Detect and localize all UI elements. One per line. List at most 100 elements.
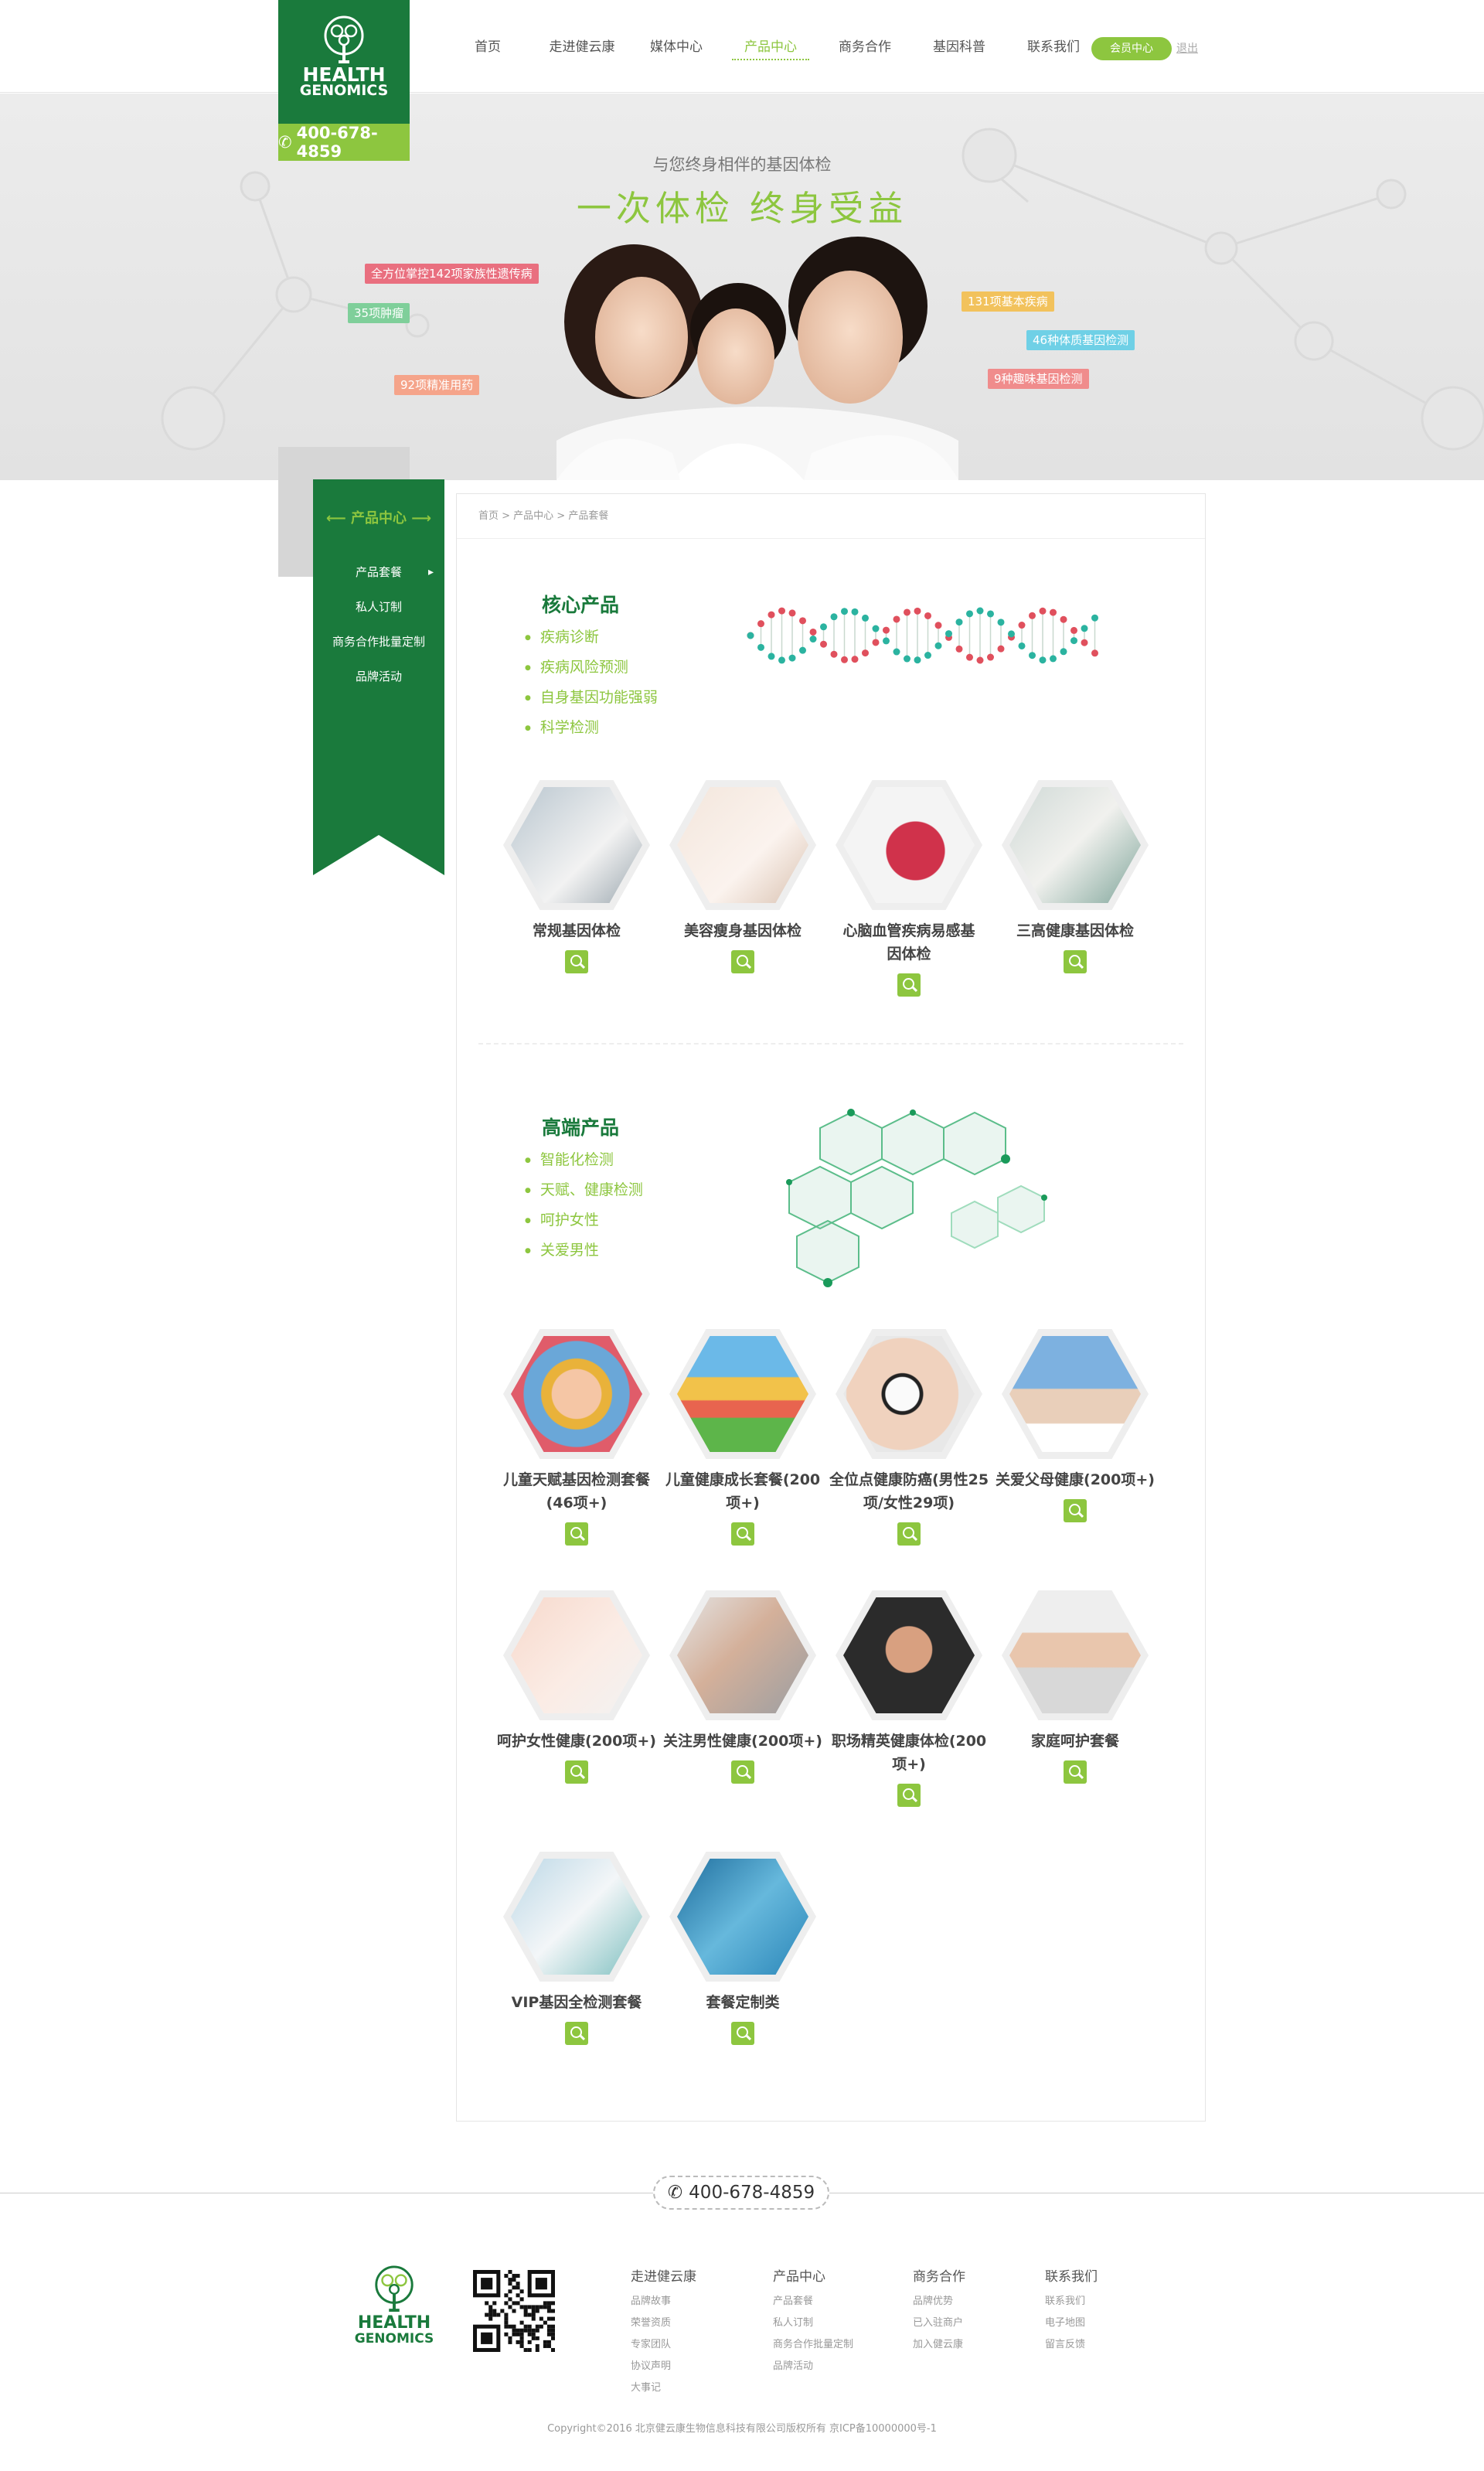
copyright: Copyright©2016 北京健云康生物信息科技有限公司版权所有 京ICP备… [547, 2423, 937, 2435]
header-phone: ✆ 400-678-4859 [278, 124, 410, 161]
product-image [511, 1597, 642, 1713]
search-icon[interactable] [565, 950, 588, 973]
product-image [1009, 787, 1141, 903]
search-icon[interactable] [897, 1522, 921, 1546]
footer-link[interactable]: 加入健云康 [913, 2334, 965, 2356]
search-icon[interactable] [731, 2022, 754, 2045]
phone-icon: ✆ [278, 133, 292, 152]
footer-link[interactable]: 品牌活动 [773, 2356, 853, 2377]
footer-link[interactable]: 品牌优势 [913, 2291, 965, 2313]
footer-link[interactable]: 商务合作批量定制 [773, 2334, 853, 2356]
product-card[interactable]: VIP基因全检测套餐 [495, 1852, 658, 2048]
product-card[interactable]: 关爱父母健康(200项+) [994, 1329, 1156, 1525]
product-card[interactable]: 美容瘦身基因体检 [662, 780, 824, 976]
footer-phone: ✆ 400-678-4859 [653, 2176, 829, 2210]
product-name: 职场精英健康体检(200项+) [831, 1733, 987, 1773]
footer-phone-number: 400-678-4859 [689, 2183, 815, 2203]
nav-media[interactable]: 媒体中心 [629, 34, 723, 60]
footer-link[interactable]: 专家团队 [631, 2334, 696, 2356]
sidebar-title: ⟵ 产品中心 ⟶ [325, 510, 432, 527]
product-card[interactable]: 常规基因体检 [495, 780, 658, 976]
product-name: 全位点健康防癌(男性25项/女性29项) [829, 1471, 989, 1512]
product-image [511, 1859, 642, 1975]
product-card[interactable]: 全位点健康防癌(男性25项/女性29项) [828, 1329, 990, 1549]
logo-text-genomics: GENOMICS [299, 82, 389, 99]
footer-col-title: 联系我们 [1045, 2269, 1098, 2285]
footer-link[interactable]: 已入驻商户 [913, 2313, 965, 2334]
search-icon[interactable] [565, 1760, 588, 1784]
search-icon[interactable] [731, 950, 754, 973]
footer-col-title: 产品中心 [773, 2269, 825, 2285]
product-card[interactable]: 家庭呵护套餐 [994, 1590, 1156, 1787]
product-image [843, 1336, 975, 1452]
banner-title: 一次体检 终身受益 [576, 188, 908, 229]
high-feature: 天赋、健康检测 [525, 1175, 643, 1205]
member-center-button[interactable]: 会员中心 [1091, 37, 1172, 60]
footer-link[interactable]: 品牌故事 [631, 2291, 696, 2313]
section-divider [478, 1043, 1183, 1045]
footer-col-about: 走进健云康 品牌故事 荣誉资质 专家团队 协议声明 大事记 [631, 2265, 696, 2399]
footer-link[interactable]: 荣誉资质 [631, 2313, 696, 2334]
footer-link[interactable]: 留言反馈 [1045, 2334, 1098, 2356]
sidebar-item-events[interactable]: 品牌活动 [313, 660, 444, 694]
sidebar: ⟵ 产品中心 ⟶ 产品套餐 私人订制 商务合作批量定制 品牌活动 [313, 479, 444, 875]
search-icon[interactable] [565, 2022, 588, 2045]
family-photo [556, 237, 958, 480]
footer-link[interactable]: 电子地图 [1045, 2313, 1098, 2334]
banner-tag: 92项精准用药 [394, 375, 480, 395]
product-card[interactable]: 套餐定制类 [662, 1852, 824, 2048]
sidebar-item-custom[interactable]: 私人订制 [313, 590, 444, 625]
nav-business[interactable]: 商务合作 [818, 34, 912, 60]
footer-col-contact: 联系我们 联系我们 电子地图 留言反馈 [1045, 2265, 1098, 2356]
nav-products[interactable]: 产品中心 [732, 34, 809, 60]
product-card[interactable]: 心脑血管疾病易感基因体检 [828, 780, 990, 1000]
search-icon[interactable] [897, 1784, 921, 1807]
core-feature: 自身基因功能强弱 [525, 683, 658, 713]
footer-link[interactable]: 私人订制 [773, 2313, 853, 2334]
search-icon[interactable] [1064, 950, 1087, 973]
breadcrumb: 首页 > 产品中心 > 产品套餐 [457, 494, 1205, 539]
banner-subtitle: 与您终身相伴的基因体检 [652, 155, 832, 174]
banner-tag: 35项肿瘤 [348, 303, 410, 323]
product-card[interactable]: 呵护女性健康(200项+) [495, 1590, 658, 1787]
product-image [843, 787, 975, 903]
sidebar-item-packages[interactable]: 产品套餐 [313, 555, 444, 590]
search-icon[interactable] [731, 1522, 754, 1546]
footer-link[interactable]: 联系我们 [1045, 2291, 1098, 2313]
product-image [677, 1859, 808, 1975]
nav-home[interactable]: 首页 [441, 34, 535, 60]
high-feature: 呵护女性 [525, 1205, 643, 1236]
footer-logo-subtext: GENOMICS [354, 2331, 434, 2347]
footer-logo[interactable]: HEALTH GENOMICS [352, 2265, 437, 2346]
footer-link[interactable]: 协议声明 [631, 2356, 696, 2377]
tree-logo-icon [324, 15, 364, 63]
footer-col-title: 走进健云康 [631, 2269, 696, 2285]
product-name: 心脑血管疾病易感基因体检 [842, 922, 975, 963]
logout-link[interactable]: 退出 [1176, 40, 1198, 56]
product-name: 呵护女性健康(200项+) [497, 1733, 656, 1750]
product-image [677, 787, 808, 903]
footer-link[interactable]: 产品套餐 [773, 2291, 853, 2313]
product-card[interactable]: 关注男性健康(200项+) [662, 1590, 824, 1787]
site-logo[interactable]: HEALTH GENOMICS [278, 0, 410, 124]
product-name: 常规基因体检 [532, 922, 621, 939]
product-card[interactable]: 职场精英健康体检(200项+) [828, 1590, 990, 1810]
product-card[interactable]: 儿童健康成长套餐(200项+) [662, 1329, 824, 1549]
product-card[interactable]: 三高健康基因体检 [994, 780, 1156, 976]
search-icon[interactable] [1064, 1760, 1087, 1784]
banner-tag: 全方位掌控142项家族性遗传病 [365, 264, 539, 284]
product-card[interactable]: 儿童天赋基因检测套餐(46项+) [495, 1329, 658, 1549]
footer-link[interactable]: 大事记 [631, 2377, 696, 2399]
hero-banner: 与您终身相伴的基因体检 一次体检 终身受益 全方位掌控142项家族性遗传病 35… [0, 94, 1484, 480]
product-name: 三高健康基因体检 [1016, 922, 1134, 939]
sidebar-menu: 产品套餐 私人订制 商务合作批量定制 品牌活动 [313, 555, 444, 694]
nav-contact[interactable]: 联系我们 [1006, 34, 1101, 60]
product-image [677, 1597, 808, 1713]
search-icon[interactable] [1064, 1499, 1087, 1522]
search-icon[interactable] [565, 1522, 588, 1546]
search-icon[interactable] [731, 1760, 754, 1784]
search-icon[interactable] [897, 973, 921, 997]
sidebar-item-bulk[interactable]: 商务合作批量定制 [313, 625, 444, 660]
nav-science[interactable]: 基因科普 [912, 34, 1006, 60]
nav-about[interactable]: 走进健云康 [535, 34, 629, 60]
